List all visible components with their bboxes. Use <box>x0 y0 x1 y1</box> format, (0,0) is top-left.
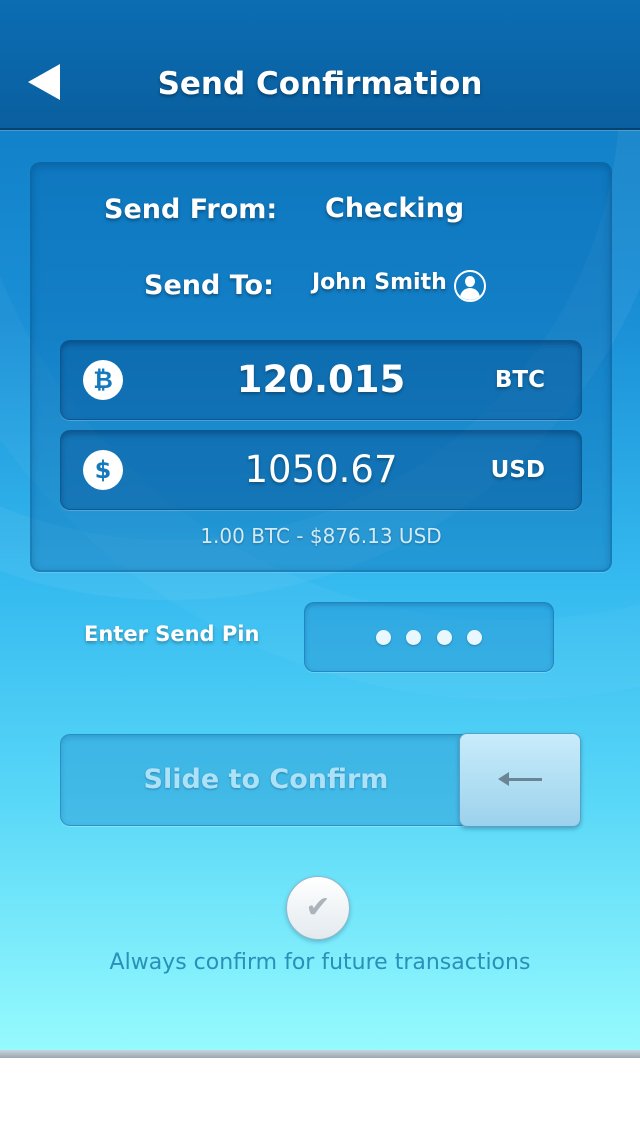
slider-handle[interactable] <box>459 733 581 827</box>
nav-bar: Send Confirmation <box>0 0 640 130</box>
pin-label: Enter Send Pin <box>84 622 260 646</box>
btc-amount-value: 120.015 <box>236 358 406 401</box>
usd-amount-value: 1050.67 <box>244 448 398 491</box>
bottom-divider <box>0 1050 640 1058</box>
btc-amount-field[interactable]: ₿ 120.015 BTC <box>60 340 582 420</box>
checkmark-icon: ✔ <box>305 890 331 925</box>
dollar-icon: $ <box>83 450 123 490</box>
usd-currency-code: USD <box>490 457 545 483</box>
pin-dot <box>437 630 452 645</box>
bitcoin-icon: ₿ <box>83 360 123 400</box>
pin-dot <box>406 630 421 645</box>
pin-input[interactable] <box>304 602 554 672</box>
pin-dot <box>376 630 391 645</box>
page-title: Send Confirmation <box>157 66 483 102</box>
slide-to-confirm-track[interactable]: Slide to Confirm <box>60 733 581 827</box>
recipient-name: John Smith <box>312 270 447 295</box>
send-from-label: Send From: <box>104 194 278 225</box>
usd-amount-field[interactable]: $ 1050.67 USD <box>60 430 582 510</box>
send-to-label: Send To: <box>144 270 274 301</box>
app-screen: Send Confirmation Send From: Checking Se… <box>0 0 640 1056</box>
person-icon[interactable] <box>454 270 486 302</box>
always-confirm-checkbox[interactable]: ✔ <box>286 876 350 940</box>
btc-currency-code: BTC <box>494 367 545 393</box>
exchange-rate: 1.00 BTC - $876.13 USD <box>200 524 442 548</box>
slide-to-confirm-label: Slide to Confirm <box>143 764 389 795</box>
send-from-value[interactable]: Checking <box>325 193 464 224</box>
pin-dot <box>467 630 482 645</box>
always-confirm-label: Always confirm for future transactions <box>109 950 531 975</box>
